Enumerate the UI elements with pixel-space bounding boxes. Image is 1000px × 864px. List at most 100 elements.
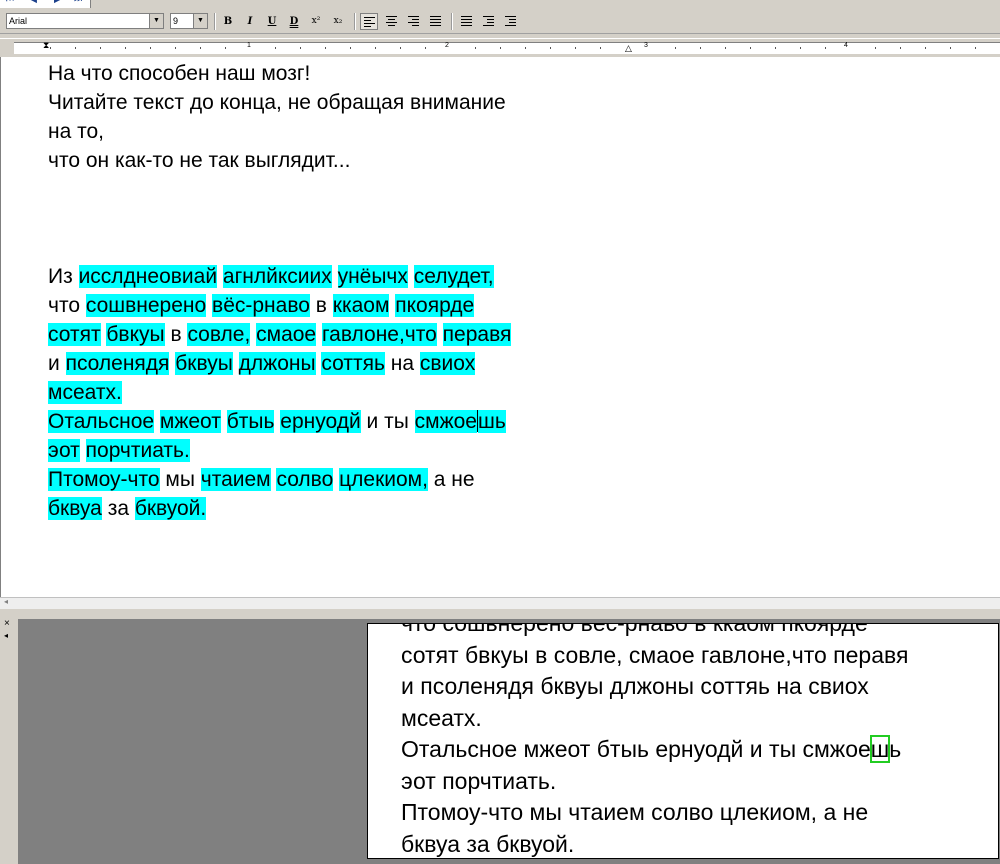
highlighted-word: цлекиом, (339, 468, 428, 491)
highlighted-word: мжеот (159, 410, 221, 433)
text-line (48, 175, 608, 204)
text-line: мсеатх. (48, 378, 608, 407)
font-size-combo[interactable]: 9 ▼ (170, 13, 208, 29)
highlighted-word: длжоны (238, 352, 316, 375)
text-segment (437, 323, 443, 346)
pin-icon[interactable]: ◂ (4, 631, 8, 640)
underline-button[interactable]: U (263, 13, 281, 30)
superscript-button[interactable]: x² (307, 13, 325, 30)
ruler-tick (875, 47, 876, 49)
increase-indent-button[interactable] (501, 13, 519, 30)
subscript-button[interactable]: x₂ (329, 13, 347, 30)
text-segment: за (101, 497, 135, 520)
text-segment: эот порчтиать. (401, 767, 557, 794)
line-spacing-button[interactable] (457, 13, 475, 30)
text-line: Читайте текст до конца, не обращая внима… (48, 88, 608, 117)
italic-button[interactable]: I (241, 13, 259, 30)
ruler-tick (800, 47, 801, 49)
ruler-tick (175, 47, 176, 49)
preview-text: что сошвнерено вёс-рнаво в ккаом пкоярде… (401, 623, 909, 859)
text-line: и псоленядя бквуы длжоны соттяь на свиох (401, 671, 908, 703)
text-segment: и (48, 352, 66, 375)
text-segment: что сошвнерено вёс-рнаво в ккаом пкоярде (401, 623, 868, 636)
document-text[interactable]: На что способен наш мозг! Читайте текст д… (48, 59, 608, 523)
text-segment: На что способен наш мозг! (48, 62, 311, 85)
ruler-tick (575, 47, 576, 49)
ruler-tick (350, 47, 351, 49)
highlighted-word: вёс-рнаво (212, 294, 310, 317)
highlighted-word: совле, (187, 323, 251, 346)
toolbar-separator (354, 13, 356, 30)
first-page-icon[interactable]: ⏮ (6, 0, 14, 5)
highlighted-word: бтыь (226, 410, 275, 433)
previous-page-icon[interactable]: ◀ (30, 0, 37, 5)
highlighted-word: смжое (414, 410, 477, 433)
ruler-tick (375, 47, 376, 49)
text-segment (332, 265, 338, 288)
ruler-tick (825, 47, 826, 49)
highlighted-word: агнлйксиих (222, 265, 332, 288)
highlighted-word: селудет, (413, 265, 494, 288)
bold-button[interactable]: B (219, 13, 237, 30)
highlighted-word: перавя (442, 323, 512, 346)
ruler-tick (925, 47, 926, 49)
highlighted-word: Птомоу-что (48, 468, 160, 491)
text-line: что он как-то не так выглядит... (48, 146, 608, 175)
chevron-down-icon[interactable]: ▼ (149, 14, 163, 28)
text-line: и псоленядя бквуы длжоны соттяь на свиох (48, 349, 608, 378)
ruler-tick (225, 47, 226, 49)
preview-pane: что сошвнерено вёс-рнаво в ккаом пкоярде… (18, 619, 1000, 864)
text-segment: что (48, 294, 86, 317)
decrease-indent-button[interactable] (479, 13, 497, 30)
align-justify-button[interactable] (426, 13, 444, 30)
indent-marker-icon[interactable]: ⧗ (43, 41, 49, 51)
highlighted-word: сотят (48, 323, 101, 346)
font-name-combo[interactable]: Arial ▼ (6, 13, 164, 29)
ruler-tick (600, 47, 601, 49)
text-segment: и псоленядя бквуы длжоны соттяь на свиох (401, 673, 869, 699)
text-line: На что способен наш мозг! (48, 59, 608, 88)
align-left-button[interactable] (360, 13, 378, 30)
ruler-tick (950, 47, 951, 49)
right-margin-marker-icon[interactable]: △ (625, 44, 632, 54)
next-page-icon[interactable]: ▶ (54, 0, 61, 5)
text-segment (408, 265, 414, 288)
ruler-tick (550, 47, 551, 49)
last-page-icon[interactable]: ⏭ (74, 0, 82, 5)
text-segment: что он как-то не так выглядит... (48, 149, 351, 172)
align-right-button[interactable] (404, 13, 422, 30)
ruler-number: 4 (844, 42, 848, 49)
preview-page: что сошвнерено вёс-рнаво в ккаом пкоярде… (367, 623, 999, 859)
close-icon[interactable]: × (4, 619, 10, 629)
document-editor[interactable]: На что способен наш мозг! Читайте текст д… (0, 57, 1000, 597)
ruler-tick (400, 47, 401, 49)
text-segment: в (164, 323, 188, 346)
ruler-track: 1 2 3 4 (14, 42, 1000, 54)
ruler-tick (725, 47, 726, 49)
chevron-down-icon[interactable]: ▼ (193, 14, 207, 28)
increase-indent-icon (505, 16, 516, 27)
text-segment: и ты (360, 410, 415, 433)
highlighted-word: порчтиать. (85, 439, 190, 462)
ruler-tick (525, 47, 526, 49)
text-segment: Из (48, 265, 79, 288)
ruler-tick (425, 47, 426, 49)
highlighted-word: исслднеовиай (78, 265, 218, 288)
text-line: эот порчтиать. (48, 436, 608, 465)
scroll-left-icon[interactable]: ◂ (4, 597, 8, 606)
text-line (48, 204, 608, 233)
double-underline-button[interactable]: D (285, 13, 303, 30)
ruler-number: 3 (644, 42, 648, 49)
text-segment: сотят бвкуы в совле, смаое гавлоне,что п… (401, 641, 909, 668)
ruler-tick (700, 47, 701, 49)
ruler-tick (150, 47, 151, 49)
text-line: бквуа за бквуой. (401, 829, 908, 859)
align-center-button[interactable] (382, 13, 400, 30)
decrease-indent-icon (483, 16, 494, 27)
text-segment: Отальсное мжеот бтыь ернуодй и ты смжое (401, 736, 871, 762)
ruler-tick (775, 47, 776, 49)
highlighted-word: Отальсное (48, 410, 155, 433)
ruler-tick (300, 47, 301, 49)
highlighted-word: чтаием (200, 468, 271, 491)
highlighted-word: бквуой. (134, 497, 207, 520)
